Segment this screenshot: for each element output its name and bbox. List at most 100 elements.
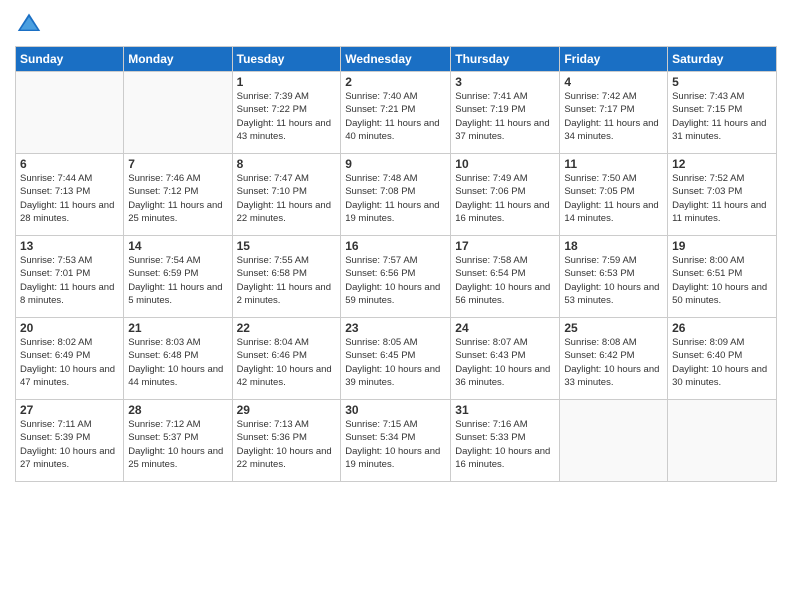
day-number: 26 (672, 321, 772, 335)
day-number: 15 (237, 239, 337, 253)
day-info: Sunrise: 7:49 AM Sunset: 7:06 PM Dayligh… (455, 172, 555, 225)
calendar-cell: 5Sunrise: 7:43 AM Sunset: 7:15 PM Daylig… (668, 72, 777, 154)
calendar-cell: 8Sunrise: 7:47 AM Sunset: 7:10 PM Daylig… (232, 154, 341, 236)
day-number: 21 (128, 321, 227, 335)
day-number: 8 (237, 157, 337, 171)
day-info: Sunrise: 7:40 AM Sunset: 7:21 PM Dayligh… (345, 90, 446, 143)
calendar-cell (560, 400, 668, 482)
calendar-cell: 15Sunrise: 7:55 AM Sunset: 6:58 PM Dayli… (232, 236, 341, 318)
day-number: 4 (564, 75, 663, 89)
day-number: 3 (455, 75, 555, 89)
day-number: 5 (672, 75, 772, 89)
calendar-cell: 19Sunrise: 8:00 AM Sunset: 6:51 PM Dayli… (668, 236, 777, 318)
day-number: 31 (455, 403, 555, 417)
calendar-table: SundayMondayTuesdayWednesdayThursdayFrid… (15, 46, 777, 482)
day-info: Sunrise: 8:00 AM Sunset: 6:51 PM Dayligh… (672, 254, 772, 307)
day-number: 16 (345, 239, 446, 253)
calendar-cell: 1Sunrise: 7:39 AM Sunset: 7:22 PM Daylig… (232, 72, 341, 154)
day-info: Sunrise: 7:43 AM Sunset: 7:15 PM Dayligh… (672, 90, 772, 143)
day-info: Sunrise: 7:59 AM Sunset: 6:53 PM Dayligh… (564, 254, 663, 307)
day-header-saturday: Saturday (668, 47, 777, 72)
day-info: Sunrise: 8:03 AM Sunset: 6:48 PM Dayligh… (128, 336, 227, 389)
day-number: 24 (455, 321, 555, 335)
day-number: 14 (128, 239, 227, 253)
day-info: Sunrise: 7:41 AM Sunset: 7:19 PM Dayligh… (455, 90, 555, 143)
calendar-cell: 31Sunrise: 7:16 AM Sunset: 5:33 PM Dayli… (451, 400, 560, 482)
header (15, 10, 777, 38)
calendar-cell: 11Sunrise: 7:50 AM Sunset: 7:05 PM Dayli… (560, 154, 668, 236)
day-number: 1 (237, 75, 337, 89)
calendar-cell: 2Sunrise: 7:40 AM Sunset: 7:21 PM Daylig… (341, 72, 451, 154)
day-info: Sunrise: 7:47 AM Sunset: 7:10 PM Dayligh… (237, 172, 337, 225)
calendar-cell: 16Sunrise: 7:57 AM Sunset: 6:56 PM Dayli… (341, 236, 451, 318)
day-number: 7 (128, 157, 227, 171)
calendar-cell: 3Sunrise: 7:41 AM Sunset: 7:19 PM Daylig… (451, 72, 560, 154)
day-info: Sunrise: 8:05 AM Sunset: 6:45 PM Dayligh… (345, 336, 446, 389)
calendar-week-4: 20Sunrise: 8:02 AM Sunset: 6:49 PM Dayli… (16, 318, 777, 400)
calendar-cell (124, 72, 232, 154)
calendar-cell: 6Sunrise: 7:44 AM Sunset: 7:13 PM Daylig… (16, 154, 124, 236)
calendar-cell: 28Sunrise: 7:12 AM Sunset: 5:37 PM Dayli… (124, 400, 232, 482)
day-number: 9 (345, 157, 446, 171)
day-number: 6 (20, 157, 119, 171)
day-number: 13 (20, 239, 119, 253)
day-header-tuesday: Tuesday (232, 47, 341, 72)
day-info: Sunrise: 7:54 AM Sunset: 6:59 PM Dayligh… (128, 254, 227, 307)
calendar-cell (16, 72, 124, 154)
day-header-monday: Monday (124, 47, 232, 72)
day-info: Sunrise: 8:04 AM Sunset: 6:46 PM Dayligh… (237, 336, 337, 389)
calendar-cell: 13Sunrise: 7:53 AM Sunset: 7:01 PM Dayli… (16, 236, 124, 318)
logo (15, 10, 47, 38)
calendar-cell: 30Sunrise: 7:15 AM Sunset: 5:34 PM Dayli… (341, 400, 451, 482)
calendar-cell: 14Sunrise: 7:54 AM Sunset: 6:59 PM Dayli… (124, 236, 232, 318)
calendar-week-1: 1Sunrise: 7:39 AM Sunset: 7:22 PM Daylig… (16, 72, 777, 154)
day-info: Sunrise: 7:11 AM Sunset: 5:39 PM Dayligh… (20, 418, 119, 471)
day-number: 10 (455, 157, 555, 171)
day-info: Sunrise: 7:46 AM Sunset: 7:12 PM Dayligh… (128, 172, 227, 225)
page-container: SundayMondayTuesdayWednesdayThursdayFrid… (0, 0, 792, 492)
day-info: Sunrise: 7:15 AM Sunset: 5:34 PM Dayligh… (345, 418, 446, 471)
calendar-cell: 23Sunrise: 8:05 AM Sunset: 6:45 PM Dayli… (341, 318, 451, 400)
day-number: 11 (564, 157, 663, 171)
calendar-cell: 21Sunrise: 8:03 AM Sunset: 6:48 PM Dayli… (124, 318, 232, 400)
calendar-cell: 27Sunrise: 7:11 AM Sunset: 5:39 PM Dayli… (16, 400, 124, 482)
day-info: Sunrise: 7:42 AM Sunset: 7:17 PM Dayligh… (564, 90, 663, 143)
day-header-thursday: Thursday (451, 47, 560, 72)
calendar-cell: 17Sunrise: 7:58 AM Sunset: 6:54 PM Dayli… (451, 236, 560, 318)
day-info: Sunrise: 7:13 AM Sunset: 5:36 PM Dayligh… (237, 418, 337, 471)
calendar-cell (668, 400, 777, 482)
calendar-header-row: SundayMondayTuesdayWednesdayThursdayFrid… (16, 47, 777, 72)
calendar-body: 1Sunrise: 7:39 AM Sunset: 7:22 PM Daylig… (16, 72, 777, 482)
logo-icon (15, 10, 43, 38)
calendar-cell: 20Sunrise: 8:02 AM Sunset: 6:49 PM Dayli… (16, 318, 124, 400)
day-info: Sunrise: 7:12 AM Sunset: 5:37 PM Dayligh… (128, 418, 227, 471)
calendar-cell: 24Sunrise: 8:07 AM Sunset: 6:43 PM Dayli… (451, 318, 560, 400)
day-info: Sunrise: 7:16 AM Sunset: 5:33 PM Dayligh… (455, 418, 555, 471)
calendar-cell: 29Sunrise: 7:13 AM Sunset: 5:36 PM Dayli… (232, 400, 341, 482)
day-info: Sunrise: 7:50 AM Sunset: 7:05 PM Dayligh… (564, 172, 663, 225)
day-info: Sunrise: 8:07 AM Sunset: 6:43 PM Dayligh… (455, 336, 555, 389)
calendar-cell: 22Sunrise: 8:04 AM Sunset: 6:46 PM Dayli… (232, 318, 341, 400)
day-number: 28 (128, 403, 227, 417)
day-info: Sunrise: 7:57 AM Sunset: 6:56 PM Dayligh… (345, 254, 446, 307)
calendar-cell: 12Sunrise: 7:52 AM Sunset: 7:03 PM Dayli… (668, 154, 777, 236)
day-info: Sunrise: 8:08 AM Sunset: 6:42 PM Dayligh… (564, 336, 663, 389)
day-number: 30 (345, 403, 446, 417)
day-number: 23 (345, 321, 446, 335)
day-number: 20 (20, 321, 119, 335)
day-info: Sunrise: 8:09 AM Sunset: 6:40 PM Dayligh… (672, 336, 772, 389)
day-info: Sunrise: 7:44 AM Sunset: 7:13 PM Dayligh… (20, 172, 119, 225)
day-number: 18 (564, 239, 663, 253)
day-header-sunday: Sunday (16, 47, 124, 72)
calendar-cell: 7Sunrise: 7:46 AM Sunset: 7:12 PM Daylig… (124, 154, 232, 236)
day-info: Sunrise: 7:39 AM Sunset: 7:22 PM Dayligh… (237, 90, 337, 143)
day-info: Sunrise: 7:52 AM Sunset: 7:03 PM Dayligh… (672, 172, 772, 225)
day-number: 12 (672, 157, 772, 171)
calendar-cell: 10Sunrise: 7:49 AM Sunset: 7:06 PM Dayli… (451, 154, 560, 236)
calendar-week-3: 13Sunrise: 7:53 AM Sunset: 7:01 PM Dayli… (16, 236, 777, 318)
day-number: 17 (455, 239, 555, 253)
day-info: Sunrise: 8:02 AM Sunset: 6:49 PM Dayligh… (20, 336, 119, 389)
calendar-cell: 9Sunrise: 7:48 AM Sunset: 7:08 PM Daylig… (341, 154, 451, 236)
day-number: 2 (345, 75, 446, 89)
day-header-friday: Friday (560, 47, 668, 72)
